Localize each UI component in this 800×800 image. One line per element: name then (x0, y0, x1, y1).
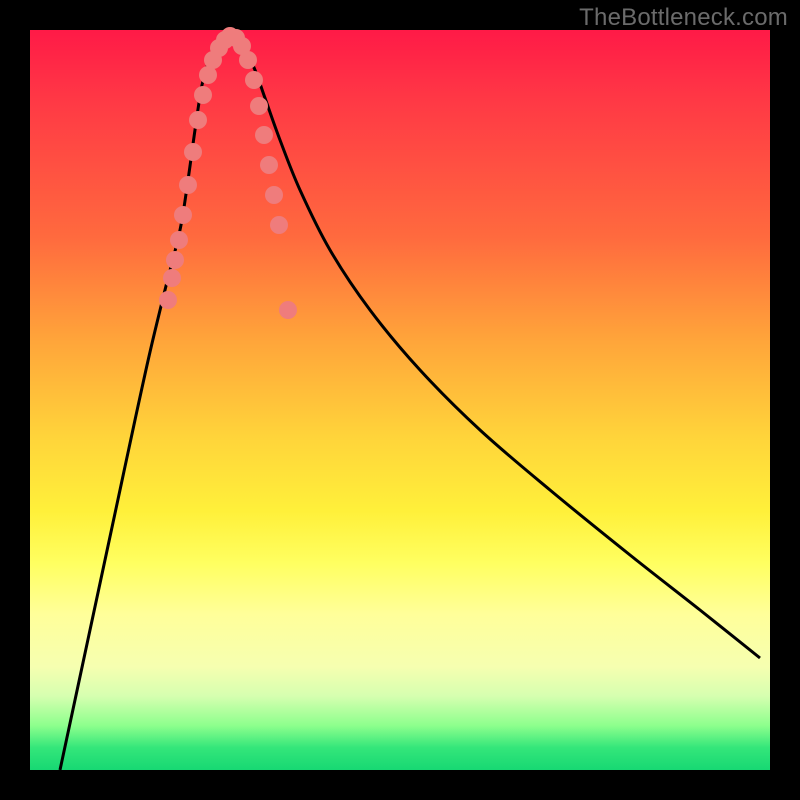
scatter-dot (239, 51, 257, 69)
watermark-text: TheBottleneck.com (579, 4, 788, 32)
chart-frame: TheBottleneck.com (0, 0, 800, 800)
scatter-dots (159, 27, 297, 319)
scatter-dot (279, 301, 297, 319)
bottleneck-curve (60, 36, 760, 770)
scatter-dot (194, 86, 212, 104)
scatter-dot (166, 251, 184, 269)
scatter-dot (255, 126, 273, 144)
plot-area (30, 30, 770, 770)
scatter-dot (170, 231, 188, 249)
scatter-dot (163, 269, 181, 287)
scatter-dot (184, 143, 202, 161)
curve-svg (30, 30, 770, 770)
scatter-dot (260, 156, 278, 174)
scatter-dot (189, 111, 207, 129)
scatter-dot (265, 186, 283, 204)
scatter-dot (159, 291, 177, 309)
scatter-dot (179, 176, 197, 194)
scatter-dot (250, 97, 268, 115)
scatter-dot (174, 206, 192, 224)
scatter-dot (245, 71, 263, 89)
scatter-dot (270, 216, 288, 234)
